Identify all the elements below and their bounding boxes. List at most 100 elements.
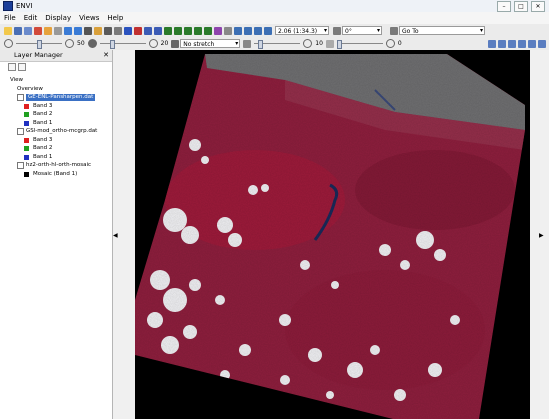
view-tool-4-icon[interactable] — [518, 39, 526, 48]
contrast-reset-icon[interactable] — [148, 39, 158, 48]
layer-checkbox[interactable] — [17, 162, 24, 169]
view-tool-3-icon[interactable] — [508, 39, 516, 48]
collapse-right-icon[interactable]: ▶ — [539, 232, 544, 239]
annotation-text-icon[interactable] — [144, 26, 152, 35]
layer-icon[interactable] — [44, 26, 52, 35]
stretch-dropdown[interactable]: No stretch — [180, 39, 241, 48]
layer-tree-label: Band 2 — [33, 145, 53, 151]
rectangle-icon[interactable] — [174, 26, 182, 35]
layer-tree-item[interactable]: Band 1 — [24, 120, 52, 127]
layer-tree-item[interactable]: hz2-orth-hl-orth-mosaic — [17, 162, 91, 169]
layer-tree-label: Overview — [17, 85, 43, 92]
brightness-slider[interactable] — [16, 39, 62, 49]
minimize-button[interactable]: – — [497, 1, 511, 12]
band-color-swatch-icon — [24, 171, 29, 177]
layer-tree-label: GSl-mod_ortho-mcgrp.dat — [26, 128, 98, 134]
rotate-view-icon[interactable] — [333, 26, 341, 35]
layer-tree-item[interactable]: Overview — [17, 86, 43, 93]
ellipse-icon[interactable] — [184, 26, 192, 35]
full-extent-icon[interactable] — [254, 26, 262, 35]
pan-icon[interactable] — [94, 26, 102, 35]
print-icon[interactable] — [24, 26, 32, 35]
zoom-icon[interactable] — [124, 26, 132, 35]
close-button[interactable]: ✕ — [531, 1, 545, 12]
sharpen-value: 10 — [315, 40, 323, 47]
goto-field[interactable]: Go To — [399, 26, 485, 35]
menu-display[interactable]: Display — [41, 14, 75, 22]
layer-tree-item[interactable]: Band 2 — [24, 145, 52, 152]
brightness-value: 50 — [77, 40, 85, 47]
data-manager-icon[interactable] — [34, 26, 42, 35]
annotation-symbol-icon[interactable] — [154, 26, 162, 35]
band-color-swatch-icon — [24, 146, 29, 151]
polygon-icon[interactable] — [164, 26, 172, 35]
select-arrow-icon[interactable] — [84, 26, 92, 35]
vector-icon[interactable] — [224, 26, 232, 35]
layer-tree-label: hz2-orth-hl-orth-mosaic — [26, 162, 92, 168]
view-tool-2-icon[interactable] — [498, 39, 506, 48]
title-bar: ENVI – □ ✕ — [0, 0, 549, 12]
layer-tree-item[interactable]: View — [10, 77, 23, 84]
sharpen-slider[interactable] — [254, 39, 301, 49]
expand-all-icon[interactable] — [8, 63, 16, 71]
transparency-reset-icon[interactable] — [385, 39, 395, 48]
layer-tree-label: Band 3 — [33, 136, 53, 143]
menu-file[interactable]: File — [0, 14, 20, 22]
layer-tree-label: GE-ENL-Pansharpen.dat — [26, 94, 96, 101]
layer-tree-item[interactable]: Mosaic (Band 1) — [24, 171, 77, 178]
contrast-value: 20 — [160, 40, 169, 47]
layer-manager-header: Layer Manager ✕ — [0, 50, 112, 62]
layer-tree-item[interactable]: GSl-mod_ortho-mcgrp.dat — [17, 128, 97, 135]
menu-views[interactable]: Views — [75, 14, 103, 22]
layer-tree-item[interactable]: Band 2 — [24, 111, 52, 118]
transparency-slider[interactable] — [336, 39, 383, 49]
picture-icon[interactable] — [214, 26, 222, 35]
fit-icon[interactable] — [264, 26, 272, 35]
sharpen-reset-icon[interactable] — [303, 39, 313, 48]
zoom-out-icon[interactable] — [244, 26, 252, 35]
open-folder-icon[interactable] — [4, 26, 12, 35]
polyline-icon[interactable] — [194, 26, 202, 35]
layer-tree-label: Mosaic (Band 1) — [33, 170, 78, 177]
display-toolbar: 50 20 No stretch 10 0 — [0, 37, 549, 51]
collapse-all-icon[interactable] — [18, 63, 26, 71]
goto-icon[interactable] — [390, 26, 398, 35]
fly-icon[interactable] — [114, 26, 122, 35]
menu-edit[interactable]: Edit — [20, 14, 42, 22]
view-tool-6-icon[interactable] — [538, 39, 546, 48]
band-color-swatch-icon — [24, 112, 29, 117]
layer-tree-item[interactable]: GE-ENL-Pansharpen.dat — [17, 94, 96, 101]
brightness-reset-icon[interactable] — [65, 39, 74, 48]
collapse-left-icon[interactable]: ◀ — [113, 232, 118, 239]
layer-manager-title: Layer Manager — [14, 51, 63, 59]
layer-tree-item[interactable]: Band 3 — [24, 137, 52, 144]
rotation-dropdown[interactable]: 0° — [342, 26, 382, 35]
layer-tree-label: Band 3 — [33, 102, 53, 109]
crosshair-icon[interactable] — [134, 26, 142, 35]
grid-icon[interactable] — [54, 26, 62, 35]
layer-tree-item[interactable]: Band 1 — [24, 154, 52, 161]
sharpen-icon — [243, 39, 252, 48]
arrow-icon[interactable] — [204, 26, 212, 35]
undo-icon[interactable] — [64, 26, 72, 35]
view-tool-5-icon[interactable] — [528, 39, 536, 48]
redo-icon[interactable] — [74, 26, 82, 35]
contrast-slider[interactable] — [99, 39, 146, 49]
image-view[interactable]: N — [135, 50, 530, 419]
zoom-in-icon[interactable] — [234, 26, 242, 35]
layer-tree-label: View — [10, 77, 24, 83]
window-title: ENVI — [16, 2, 33, 10]
layer-checkbox[interactable] — [17, 128, 24, 135]
layer-tree-label: Band 2 — [33, 111, 53, 117]
layer-manager-tools — [0, 62, 112, 74]
layer-tree-item[interactable]: Band 3 — [24, 103, 52, 110]
view-tool-1-icon[interactable] — [488, 39, 496, 48]
menu-help[interactable]: Help — [103, 14, 127, 22]
close-panel-icon[interactable]: ✕ — [103, 50, 109, 61]
maximize-button[interactable]: □ — [514, 1, 528, 12]
layer-checkbox[interactable] — [17, 94, 24, 101]
save-icon[interactable] — [14, 26, 22, 35]
menu-bar: File Edit Display Views Help — [0, 12, 549, 24]
rotate-icon[interactable] — [104, 26, 112, 35]
scale-dropdown[interactable]: 2.06 (1:34.3) — [275, 26, 329, 35]
